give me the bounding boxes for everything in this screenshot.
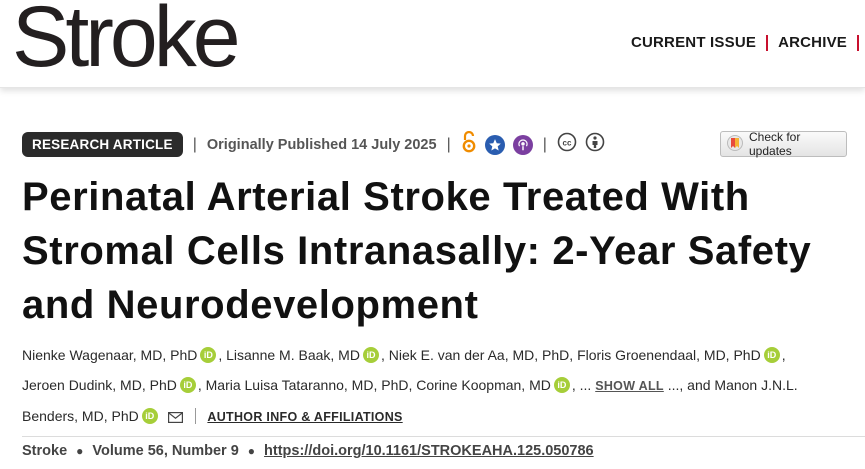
meta-divider: | — [192, 135, 197, 153]
nav-separator — [766, 34, 769, 51]
author-info-link[interactable]: AUTHOR INFO & AFFILIATIONS — [207, 410, 402, 424]
nav-archive[interactable]: ARCHIVE — [778, 34, 847, 51]
show-all-authors-link[interactable]: SHOW ALL — [595, 379, 664, 393]
divider — [194, 408, 196, 424]
top-header: Stroke CURRENT ISSUE ARCHIVE — [0, 0, 865, 88]
orcid-icon[interactable]: iD — [763, 347, 780, 363]
nav-current-issue[interactable]: CURRENT ISSUE — [631, 34, 756, 51]
nav-separator — [857, 34, 859, 51]
svg-text:cc: cc — [562, 139, 571, 148]
and-text: , and — [679, 377, 711, 393]
article-title: Perinatal Arterial Stroke Treated With S… — [22, 175, 812, 327]
mail-icon[interactable] — [167, 403, 183, 433]
meta-divider: | — [446, 135, 451, 153]
author-name[interactable]: Nienke Wagenaar, MD, PhD — [22, 347, 197, 363]
podcast-icon[interactable] — [512, 134, 533, 155]
orcid-icon[interactable]: iD — [200, 347, 217, 363]
orcid-icon[interactable]: iD — [179, 377, 196, 393]
article-type-badge: RESEARCH ARTICLE — [22, 132, 183, 157]
author-name[interactable]: Lisanne M. Baak, MD — [226, 347, 360, 363]
check-for-updates-label: Check for updates — [749, 130, 801, 158]
ellipsis: ... — [667, 377, 680, 393]
orcid-icon[interactable]: iD — [553, 377, 570, 393]
article-meta: RESEARCH ARTICLE | Originally Published … — [22, 130, 605, 158]
author-name[interactable]: Niek E. van der Aa, MD, PhD — [389, 347, 570, 363]
journal-logo[interactable]: Stroke — [12, 0, 241, 80]
journal-name: Stroke — [22, 443, 68, 459]
bullet-separator: ● — [76, 444, 84, 458]
orcid-icon[interactable]: iD — [362, 347, 379, 363]
check-for-updates-button[interactable]: Check for updates — [720, 130, 847, 158]
volume-info: Volume 56, Number 9 — [92, 443, 239, 459]
star-icon[interactable] — [484, 134, 505, 155]
top-nav: CURRENT ISSUE ARCHIVE — [631, 34, 859, 51]
bullet-separator: ● — [247, 444, 256, 458]
crossmark-icon — [727, 134, 743, 154]
doi-link[interactable]: https://doi.org/10.1161/STROKEAHA.125.05… — [264, 443, 594, 459]
author-name[interactable]: Floris Groenendaal, MD, PhD — [577, 347, 761, 363]
cc-icon[interactable]: cc — [557, 132, 577, 157]
author-name[interactable]: Corine Koopman, MD — [416, 377, 551, 393]
citation-line: Stroke ● Volume 56, Number 9 ● https://d… — [22, 436, 865, 459]
author-name[interactable]: Jeroen Dudink, MD, PhD — [22, 377, 177, 393]
author-list: Nienke Wagenaar, MD, PhD iD, Lisanne M. B… — [22, 340, 852, 433]
orcid-icon[interactable]: iD — [141, 408, 158, 424]
author-name[interactable]: Maria Luisa Tataranno, MD, PhD — [206, 377, 409, 393]
ellipsis: ... — [579, 377, 592, 393]
meta-divider: | — [542, 135, 547, 153]
by-attribution-icon[interactable] — [585, 132, 605, 157]
open-access-icon[interactable] — [461, 130, 477, 158]
published-date: Originally Published 14 July 2025 — [206, 136, 437, 153]
